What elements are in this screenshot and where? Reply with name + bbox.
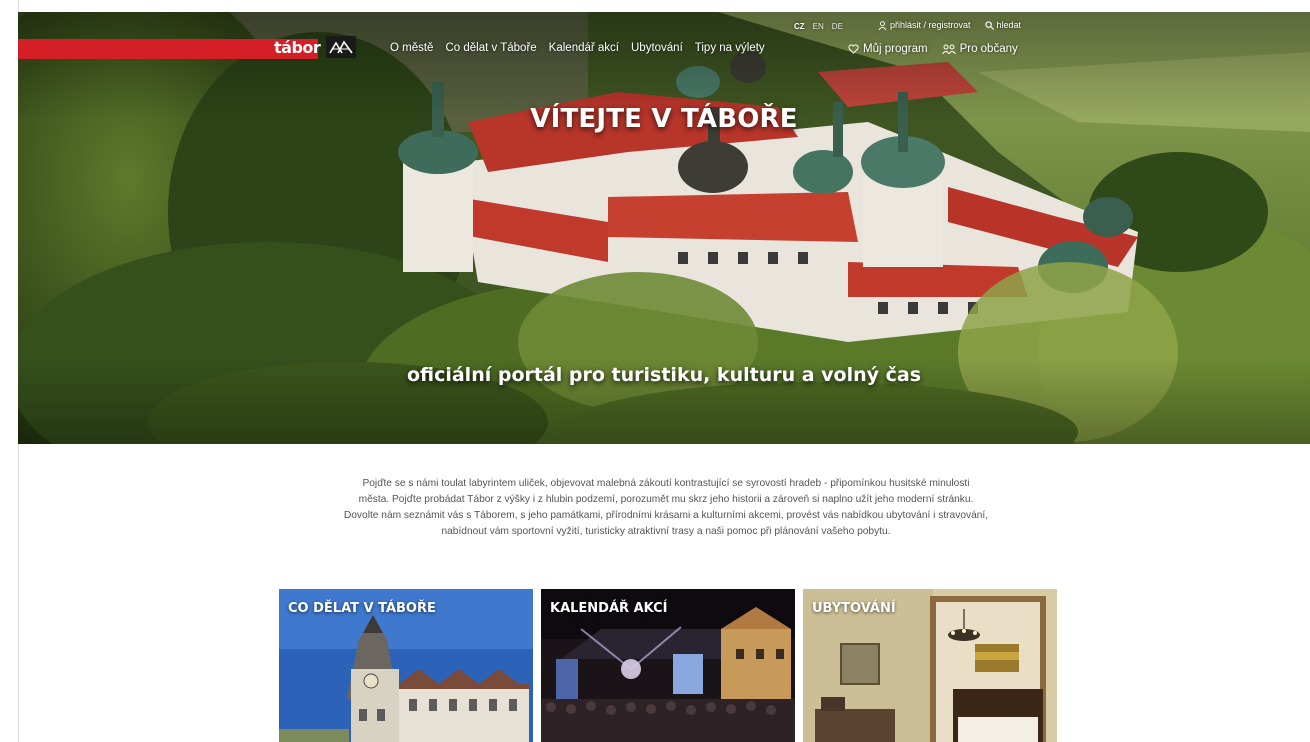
hero-subtitle: oficiální portál pro turistiku, kulturu … — [406, 364, 922, 386]
tile-title: UBYTOVÁNÍ — [812, 601, 896, 616]
search-label: hledat — [996, 20, 1022, 30]
main-navigation: O městě Co dělat v Táboře Kalendář akcí … — [390, 42, 765, 54]
secondary-navigation: Můj program Pro občany — [848, 43, 1018, 55]
mountains-logo-icon — [326, 36, 357, 58]
intro-text: Pojďte se s námi toulat labyrintem uliče… — [268, 476, 1064, 540]
heart-icon — [848, 44, 859, 54]
people-icon — [941, 44, 956, 54]
citizens-link[interactable]: Pro občany — [941, 43, 1018, 55]
user-icon — [878, 20, 887, 30]
nav-item-o-meste[interactable]: O městě — [390, 42, 433, 54]
language-en[interactable]: EN — [813, 22, 824, 31]
hero-title: VÍTEJTE V TÁBOŘE — [530, 104, 798, 134]
nav-item-kalendar-akci[interactable]: Kalendář akcí — [549, 42, 619, 54]
intro-line: města. Pojďte probádat Tábor z výšky i z… — [358, 494, 974, 505]
login-link[interactable]: přihlásit / registrovat — [878, 20, 971, 30]
brand-red-bar — [18, 39, 318, 59]
language-cz[interactable]: CZ — [794, 22, 805, 31]
my-program-link[interactable]: Můj program — [848, 43, 928, 55]
utility-links: přihlásit / registrovat hledat — [878, 20, 1021, 30]
language-de[interactable]: DE — [832, 22, 843, 31]
hero-banner: tábor O městě Co dělat v Táboře Kalendář… — [18, 12, 1310, 444]
intro-line: Dovolte nám seznámit vás s Táborem, s je… — [343, 510, 989, 521]
tile-kalendar-akci[interactable]: KALENDÁŘ AKCÍ — [541, 589, 795, 742]
tile-ubytovani[interactable]: UBYTOVÁNÍ — [803, 589, 1057, 742]
tile-co-delat[interactable]: CO DĚLAT V TÁBOŘE — [279, 589, 533, 742]
tile-title: CO DĚLAT V TÁBOŘE — [288, 601, 436, 616]
intro-line: Pojďte se s námi toulat labyrintem uliče… — [362, 478, 970, 489]
login-label: přihlásit / registrovat — [890, 20, 971, 30]
logo-wordmark: tábor — [274, 37, 321, 57]
search-icon — [984, 20, 994, 30]
nav-item-ubytovani[interactable]: Ubytování — [631, 42, 683, 54]
intro-line: nabídnout vám sportovní vyžití, turistic… — [441, 526, 891, 537]
search-link[interactable]: hledat — [984, 20, 1022, 30]
tile-title: KALENDÁŘ AKCÍ — [550, 601, 668, 616]
language-switcher: CZ EN DE — [794, 22, 843, 31]
citizens-label: Pro občany — [959, 43, 1018, 55]
site-logo[interactable]: tábor — [274, 35, 357, 59]
nav-item-tipy-na-vylety[interactable]: Tipy na výlety — [695, 42, 765, 54]
my-program-label: Můj program — [863, 43, 928, 55]
nav-item-co-delat[interactable]: Co dělat v Táboře — [445, 42, 536, 54]
